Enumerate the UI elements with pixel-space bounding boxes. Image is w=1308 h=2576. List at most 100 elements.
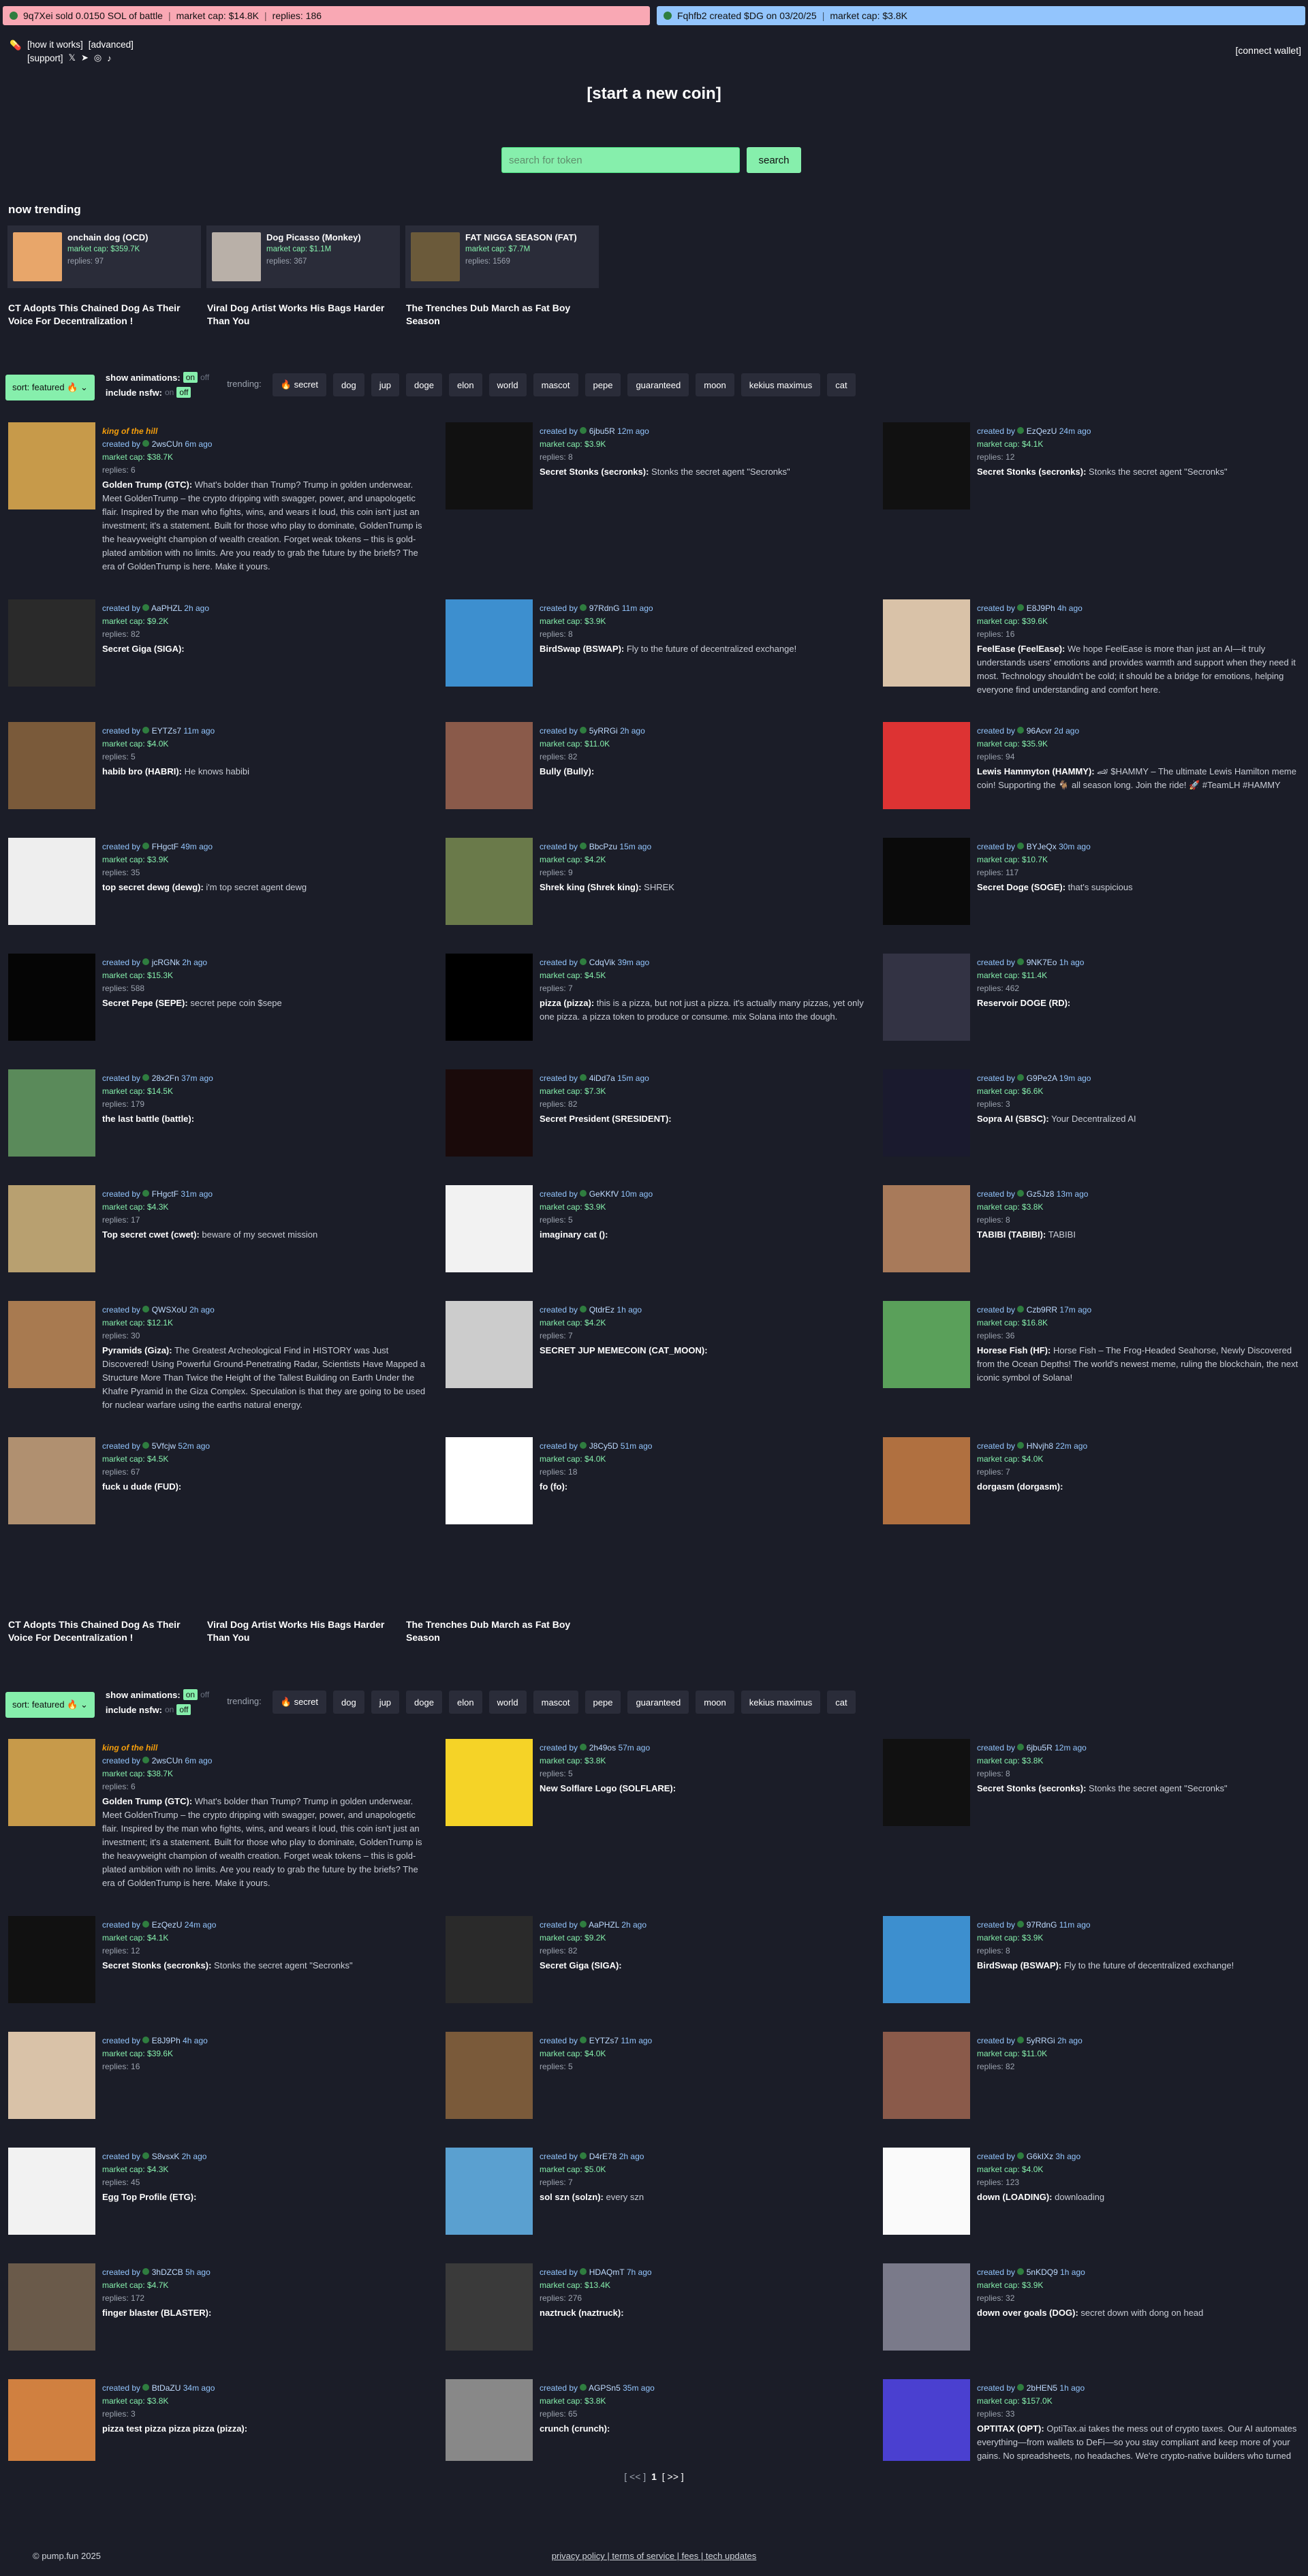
trending-chip[interactable]: guaranteed — [627, 1691, 689, 1714]
coin-card[interactable]: created by FHgctF 49m ago market cap: $3.… — [8, 838, 431, 925]
nsfw-toggle[interactable]: include nsfw: on off — [106, 1704, 209, 1715]
coin-card[interactable]: created by E8J9Ph 4h ago market cap: $39.… — [8, 2032, 431, 2119]
creator-name[interactable]: S8vsxK — [152, 2152, 180, 2161]
creator-name[interactable]: 5nKDQ9 — [1027, 2267, 1058, 2277]
coin-card[interactable]: created by AaPHZL 2h ago market cap: $9.2… — [446, 1916, 868, 2003]
coin-card[interactable]: created by E8J9Ph 4h ago market cap: $39.… — [883, 599, 1305, 697]
creator-name[interactable]: AaPHZL — [589, 1920, 619, 1930]
trending-chip[interactable]: doge — [406, 373, 442, 396]
headline[interactable]: The Trenches Dub March as Fat Boy Season — [406, 302, 598, 328]
toggle-off[interactable]: off — [200, 373, 209, 382]
creator-name[interactable]: AaPHZL — [151, 603, 182, 613]
trending-chip[interactable]: dog — [332, 373, 364, 396]
creator-name[interactable]: 97RdnG — [589, 603, 620, 613]
footer-links[interactable]: privacy policy | terms of service | fees… — [552, 2551, 757, 2561]
creator-name[interactable]: 5yRRGi — [589, 726, 618, 736]
coin-card[interactable]: king of the hill created by 2wsCUn 6m ago… — [8, 422, 431, 574]
start-new-coin-link[interactable]: [start a new coin] — [0, 84, 1308, 104]
trending-chip[interactable]: cat — [827, 373, 856, 396]
ticker-create[interactable]: Fqhfb2 created $DG on 03/20/25 | market c… — [657, 6, 1305, 25]
sort-dropdown[interactable]: sort: featured 🔥 ⌄ — [5, 1692, 95, 1718]
toggle-on[interactable]: on — [165, 1705, 174, 1714]
coin-card[interactable]: created by 4iDd7a 15m ago market cap: $7.… — [446, 1069, 868, 1157]
toggle-off[interactable]: off — [200, 1690, 209, 1699]
how-it-works-link[interactable]: [how it works] — [27, 40, 83, 50]
toggle-on[interactable]: on — [165, 388, 174, 397]
toggle-on[interactable]: on — [183, 372, 198, 383]
creator-name[interactable]: EzQezU — [1027, 426, 1057, 436]
animations-toggle[interactable]: show animations: on off — [106, 372, 209, 383]
headline[interactable]: The Trenches Dub March as Fat Boy Season — [406, 1618, 598, 1644]
coin-card[interactable]: created by GeKKfV 10m ago market cap: $3.… — [446, 1185, 868, 1272]
trending-chip[interactable]: mascot — [533, 373, 578, 396]
nsfw-toggle[interactable]: include nsfw: on off — [106, 387, 209, 398]
advanced-link[interactable]: [advanced] — [89, 40, 134, 50]
trending-chip[interactable]: mascot — [533, 1691, 578, 1714]
creator-name[interactable]: BYJeQx — [1027, 842, 1057, 851]
creator-name[interactable]: J8Cy5D — [589, 1441, 619, 1451]
creator-name[interactable]: 28x2Fn — [152, 1073, 179, 1083]
headline[interactable]: CT Adopts This Chained Dog As Their Voic… — [8, 302, 200, 328]
support-link[interactable]: [support] — [27, 53, 63, 63]
coin-card[interactable]: created by 6jbu5R 12m ago market cap: $3.… — [883, 1739, 1305, 1826]
coin-card[interactable]: created by 97RdnG 11m ago market cap: $3.… — [883, 1916, 1305, 2003]
coin-card[interactable]: created by 2h49os 57m ago market cap: $3.… — [446, 1739, 868, 1826]
trending-chip[interactable]: cat — [827, 1691, 856, 1714]
coin-card[interactable]: created by BYJeQx 30m ago market cap: $10… — [883, 838, 1305, 925]
creator-name[interactable]: jcRGNk — [152, 958, 180, 967]
coin-card[interactable]: created by EzQezU 24m ago market cap: $4.… — [883, 422, 1305, 509]
coin-card[interactable]: created by 28x2Fn 37m ago market cap: $14… — [8, 1069, 431, 1157]
trending-chip[interactable]: world — [488, 373, 527, 396]
coin-card[interactable]: created by D4rE78 2h ago market cap: $5.0… — [446, 2148, 868, 2235]
creator-name[interactable]: 96Acvr — [1027, 726, 1052, 736]
coin-card[interactable]: created by 5nKDQ9 1h ago market cap: $3.9… — [883, 2263, 1305, 2351]
coin-card[interactable]: created by AaPHZL 2h ago market cap: $9.2… — [8, 599, 431, 687]
pump-logo-icon[interactable]: 💊 — [10, 40, 21, 50]
coin-card[interactable]: created by 5yRRGi 2h ago market cap: $11.… — [446, 722, 868, 809]
toggle-off[interactable]: off — [176, 1704, 191, 1715]
trending-card[interactable]: Dog Picasso (Monkey) market cap: $1.1M rep… — [206, 225, 400, 288]
headline[interactable]: Viral Dog Artist Works His Bags Harder T… — [207, 1618, 399, 1644]
creator-name[interactable]: G9Pe2A — [1027, 1073, 1057, 1083]
instagram-icon[interactable]: ◎ — [94, 52, 102, 63]
headline[interactable]: CT Adopts This Chained Dog As Their Voic… — [8, 1618, 200, 1644]
coin-card[interactable]: created by 97RdnG 11m ago market cap: $3.… — [446, 599, 868, 687]
x-icon[interactable]: 𝕏 — [69, 52, 76, 63]
search-button[interactable]: search — [747, 147, 801, 173]
creator-name[interactable]: 2bHEN5 — [1027, 2383, 1057, 2393]
creator-name[interactable]: AGPSn5 — [589, 2383, 621, 2393]
creator-name[interactable]: 2wsCUn — [152, 439, 183, 449]
creator-name[interactable]: 5yRRGi — [1027, 2036, 1055, 2045]
trending-chip[interactable]: 🔥 secret — [272, 1691, 326, 1714]
coin-card[interactable]: created by FHgctF 31m ago market cap: $4.… — [8, 1185, 431, 1272]
creator-name[interactable]: E8J9Ph — [152, 2036, 181, 2045]
creator-name[interactable]: QtdrEz — [589, 1305, 614, 1315]
coin-card[interactable]: created by 96Acvr 2d ago market cap: $35.… — [883, 722, 1305, 809]
creator-name[interactable]: FHgctF — [152, 842, 178, 851]
trending-chip[interactable]: moon — [696, 373, 734, 396]
coin-card[interactable]: created by EzQezU 24m ago market cap: $4.… — [8, 1916, 431, 2003]
creator-name[interactable]: EzQezU — [152, 1920, 183, 1930]
trending-chip[interactable]: elon — [448, 373, 482, 396]
trending-chip[interactable]: 🔥 secret — [272, 373, 326, 396]
creator-name[interactable]: D4rE78 — [589, 2152, 617, 2161]
next-page-button[interactable]: [ >> ] — [662, 2471, 684, 2482]
creator-name[interactable]: 5Vfcjw — [152, 1441, 176, 1451]
trending-card[interactable]: onchain dog (OCD) market cap: $359.7K repl… — [7, 225, 201, 288]
coin-card[interactable]: created by Czb9RR 17m ago market cap: $16… — [883, 1301, 1305, 1388]
animations-toggle[interactable]: show animations: on off — [106, 1689, 209, 1700]
trending-card[interactable]: FAT NIGGA SEASON (FAT) market cap: $7.7M r… — [405, 225, 599, 288]
coin-card[interactable]: created by BtDaZU 34m ago market cap: $3.… — [8, 2379, 431, 2461]
coin-card[interactable]: created by G6kIXz 3h ago market cap: $4.0… — [883, 2148, 1305, 2235]
trending-chip[interactable]: jup — [371, 1691, 400, 1714]
ticker-trade[interactable]: 9q7Xei sold 0.0150 SOL of battle | market… — [3, 6, 650, 25]
coin-card[interactable]: created by 5Vfcjw 52m ago market cap: $4.… — [8, 1437, 431, 1524]
coin-card[interactable]: created by CdqVik 39m ago market cap: $4.… — [446, 954, 868, 1041]
toggle-off[interactable]: off — [176, 387, 191, 398]
creator-name[interactable]: HNvjh8 — [1027, 1441, 1053, 1451]
coin-card[interactable]: created by 5yRRGi 2h ago market cap: $11.… — [883, 2032, 1305, 2119]
coin-card[interactable]: created by J8Cy5D 51m ago market cap: $4.… — [446, 1437, 868, 1524]
creator-name[interactable]: 2h49os — [589, 1743, 616, 1753]
creator-name[interactable]: Gz5Jz8 — [1027, 1189, 1055, 1199]
creator-name[interactable]: EYTZs7 — [152, 726, 181, 736]
